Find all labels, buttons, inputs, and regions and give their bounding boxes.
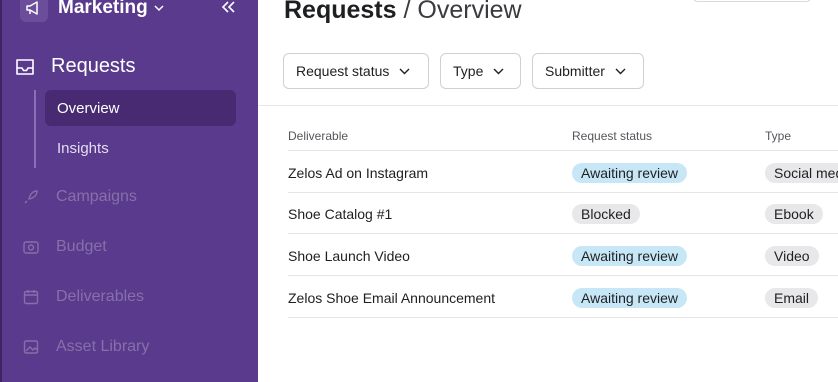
chevron-down-icon xyxy=(615,68,626,74)
workspace-switcher[interactable]: Marketing xyxy=(58,0,164,19)
sidebar-item-label: Overview xyxy=(57,99,120,117)
workspace-name: Marketing xyxy=(58,0,148,18)
sidebar-item-overview[interactable]: Overview xyxy=(45,90,236,126)
title-separator: / xyxy=(403,0,411,24)
filter-label: Request status xyxy=(296,63,390,79)
image-library-icon xyxy=(23,340,39,354)
budget-icon xyxy=(23,241,39,254)
header-action-button[interactable] xyxy=(692,0,812,2)
filter-label: Type xyxy=(453,63,484,79)
row-divider xyxy=(288,192,838,193)
filter-type[interactable]: Type xyxy=(440,53,521,89)
nav-item-requests[interactable]: Requests xyxy=(14,55,136,78)
sidebar-item-insights[interactable]: Insights xyxy=(45,130,236,166)
deliverable-cell[interactable]: Zelos Ad on Instagram xyxy=(288,165,428,181)
collapse-sidebar-icon[interactable] xyxy=(218,0,238,18)
sidebar: Marketing Requests Overview Insights Cam… xyxy=(0,0,258,382)
submenu-rail xyxy=(34,90,36,168)
page-title-sub: Overview xyxy=(417,0,522,24)
row-divider xyxy=(288,317,838,318)
chevron-down-icon xyxy=(154,5,164,12)
status-badge: Blocked xyxy=(572,204,640,224)
nav-item-asset-library[interactable]: Asset Library xyxy=(22,338,149,356)
column-header-deliverable[interactable]: Deliverable xyxy=(288,129,348,143)
type-badge: Ebook xyxy=(765,204,823,224)
filter-submitter[interactable]: Submitter xyxy=(532,53,644,89)
filter-label: Submitter xyxy=(545,63,605,79)
column-header-request-status[interactable]: Request status xyxy=(572,129,652,143)
row-divider xyxy=(288,150,838,151)
nav-item-label: Asset Library xyxy=(56,338,150,355)
page-title: Requests / Overview xyxy=(284,0,522,25)
main-content: Requests / Overview Request status Type … xyxy=(258,0,838,382)
megaphone-icon[interactable] xyxy=(20,0,48,22)
chevron-down-icon xyxy=(493,68,504,74)
rocket-icon xyxy=(24,190,38,204)
deliverable-cell[interactable]: Zelos Shoe Email Announcement xyxy=(288,290,495,306)
deliverable-cell[interactable]: Shoe Launch Video xyxy=(288,248,410,264)
row-divider xyxy=(288,233,838,234)
nav-item-label: Requests xyxy=(51,55,136,77)
nav-item-label: Budget xyxy=(56,238,107,255)
toolbar-divider xyxy=(258,105,838,106)
nav-item-campaigns[interactable]: Campaigns xyxy=(22,188,137,206)
calendar-icon xyxy=(23,290,39,305)
type-badge: Video xyxy=(765,246,819,266)
status-badge: Awaiting review xyxy=(572,288,688,308)
row-divider xyxy=(288,275,838,276)
nav-item-deliverables[interactable]: Deliverables xyxy=(22,288,144,306)
nav-item-label: Deliverables xyxy=(56,288,145,305)
column-header-type[interactable]: Type xyxy=(765,129,791,143)
page-title-main: Requests xyxy=(284,0,397,24)
status-badge: Awaiting review xyxy=(572,246,688,266)
chevron-down-icon xyxy=(399,68,410,74)
inbox-icon xyxy=(16,58,34,75)
type-badge: Social med xyxy=(765,163,838,183)
sidebar-item-label: Insights xyxy=(57,139,109,157)
type-badge: Email xyxy=(765,288,819,308)
nav-item-budget[interactable]: Budget xyxy=(22,238,107,256)
filter-request-status[interactable]: Request status xyxy=(283,53,429,89)
nav-item-label: Campaigns xyxy=(56,188,137,205)
status-badge: Awaiting review xyxy=(572,163,688,183)
deliverable-cell[interactable]: Shoe Catalog #1 xyxy=(288,206,392,222)
